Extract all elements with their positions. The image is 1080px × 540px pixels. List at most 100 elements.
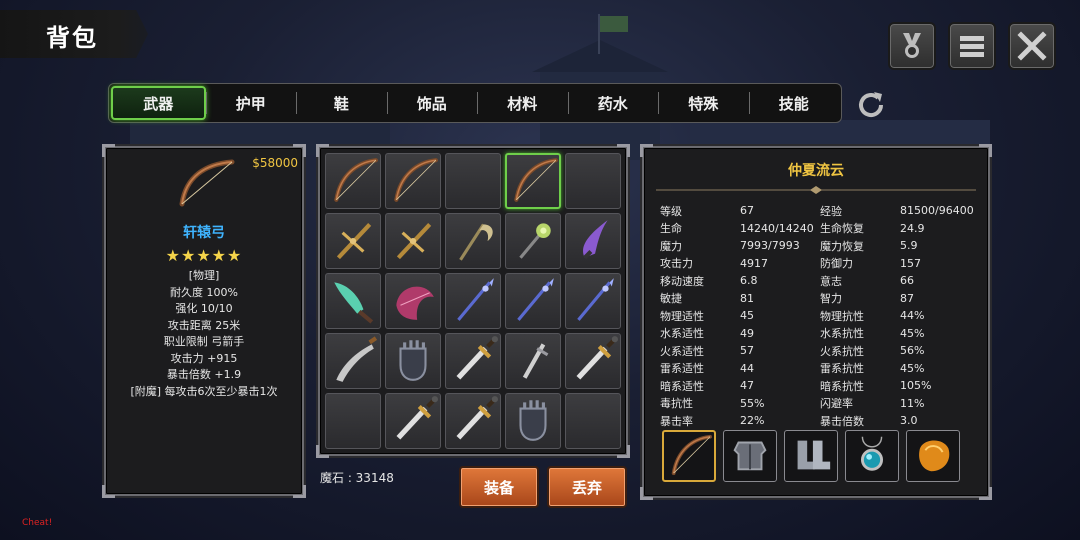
inventory-slot[interactable] xyxy=(385,153,441,209)
sword-icon xyxy=(448,394,498,448)
inventory-slot[interactable] xyxy=(325,393,381,449)
bow-icon xyxy=(508,154,558,208)
refresh-button[interactable] xyxy=(854,88,888,122)
item-stat-line: 耐久度 100% xyxy=(170,285,238,299)
stat-label: 攻击力 xyxy=(660,257,693,271)
inventory-slot[interactable] xyxy=(445,333,501,389)
character-panel: 仲夏流云 等级 67 经验 81500/96400 生命 14240/14240 生命恢复 2… xyxy=(640,144,992,500)
achievements-button[interactable] xyxy=(888,22,936,70)
stat-label: 毒抗性 xyxy=(660,397,693,411)
inventory-slot[interactable] xyxy=(565,393,621,449)
item-price: $58000 xyxy=(252,156,298,170)
stat-value: 67 xyxy=(740,204,754,218)
inventory-panel xyxy=(316,144,630,458)
tab-accessories[interactable]: 饰品 xyxy=(386,86,478,120)
inventory-slot[interactable] xyxy=(325,333,381,389)
scimitar-icon xyxy=(328,334,378,388)
inventory-slot[interactable] xyxy=(565,213,621,269)
inventory-slot[interactable] xyxy=(385,333,441,389)
inventory-slot[interactable] xyxy=(505,333,561,389)
stat-value: 45% xyxy=(900,326,925,340)
stat-row: 火系适性 57 火系抗性 56% xyxy=(660,342,980,360)
equipment-slot[interactable] xyxy=(845,430,899,482)
amulet-icon xyxy=(849,431,895,481)
stat-value: 3.0 xyxy=(900,414,918,428)
stat-label: 火系适性 xyxy=(660,344,704,358)
equipment-slot[interactable] xyxy=(784,430,838,482)
bow-icon xyxy=(388,154,438,208)
blade-icon xyxy=(568,214,618,268)
stat-value: 44% xyxy=(900,309,925,323)
inventory-slot[interactable] xyxy=(565,153,621,209)
stat-row: 生命 14240/14240 生命恢复 24.9 xyxy=(660,220,980,238)
stat-value: 14240/14240 xyxy=(740,221,814,235)
bow-icon xyxy=(328,154,378,208)
tab-materials[interactable]: 材料 xyxy=(477,86,568,120)
stat-value: 7993/7993 xyxy=(740,239,800,253)
inventory-slot[interactable] xyxy=(325,273,381,329)
stat-value: 11% xyxy=(900,396,925,410)
equipment-slot[interactable] xyxy=(662,430,716,482)
equipped-items xyxy=(662,430,960,482)
tab-special[interactable]: 特殊 xyxy=(658,86,749,120)
sword-icon xyxy=(568,334,618,388)
stat-row: 毒抗性 55% 闪避率 11% xyxy=(660,395,980,413)
inventory-slot[interactable] xyxy=(505,273,561,329)
tab-skills[interactable]: 技能 xyxy=(748,86,840,120)
sword-icon xyxy=(388,394,438,448)
discard-button[interactable]: 丢弃 xyxy=(547,466,627,508)
equip-button[interactable]: 装备 xyxy=(459,466,539,508)
ornament-divider xyxy=(656,186,976,194)
equipment-slot[interactable] xyxy=(723,430,777,482)
stat-label: 物理抗性 xyxy=(820,309,864,323)
item-detail-panel: $58000 轩辕弓 ★★★★★ [物理] 耐久度 100% 强化 10/10 … xyxy=(102,144,306,498)
stat-row: 攻击力 4917 防御力 157 xyxy=(660,255,980,273)
stat-value: 45% xyxy=(900,361,925,375)
inventory-slot[interactable] xyxy=(565,273,621,329)
inventory-slot[interactable] xyxy=(445,153,501,209)
tab-weapons[interactable]: 武器 xyxy=(111,86,206,120)
stat-value: 105% xyxy=(900,379,932,393)
stat-value: 49 xyxy=(740,326,754,340)
inventory-slot[interactable] xyxy=(385,393,441,449)
tab-shoes[interactable]: 鞋 xyxy=(296,86,387,120)
item-stat-line: 强化 10/10 xyxy=(175,302,233,315)
menu-button[interactable] xyxy=(948,22,996,70)
inventory-slot[interactable] xyxy=(445,273,501,329)
character-stats-table: 等级 67 经验 81500/96400 生命 14240/14240 生命恢复 24.9 魔力… xyxy=(660,202,980,430)
inventory-slot[interactable] xyxy=(445,213,501,269)
stat-value: 55% xyxy=(740,396,765,410)
inventory-slot[interactable] xyxy=(385,213,441,269)
stat-row: 雷系适性 44 雷系抗性 45% xyxy=(660,360,980,378)
inventory-slot[interactable] xyxy=(505,153,561,209)
inventory-slot[interactable] xyxy=(565,333,621,389)
stat-label: 意志 xyxy=(820,274,842,288)
spear-icon xyxy=(448,274,498,328)
debug-label: Cheat! xyxy=(22,518,53,528)
inventory-slot[interactable] xyxy=(325,153,381,209)
stat-label: 经验 xyxy=(820,204,842,218)
stat-label: 火系抗性 xyxy=(820,344,864,358)
stat-label: 暗系适性 xyxy=(660,379,704,393)
menu-icon xyxy=(957,31,987,61)
scythe-icon xyxy=(448,214,498,268)
stat-label: 智力 xyxy=(820,292,842,306)
spear-icon xyxy=(568,274,618,328)
item-rarity-stars: ★★★★★ xyxy=(165,246,243,265)
stat-label: 雷系抗性 xyxy=(820,362,864,376)
stat-label: 水系抗性 xyxy=(820,327,864,341)
tab-armor[interactable]: 护甲 xyxy=(205,86,297,120)
inventory-slot[interactable] xyxy=(505,213,561,269)
tab-potions[interactable]: 药水 xyxy=(567,86,659,120)
stat-label: 等级 xyxy=(660,204,682,218)
close-icon xyxy=(1017,31,1047,61)
inventory-slot[interactable] xyxy=(445,393,501,449)
close-button[interactable] xyxy=(1008,22,1056,70)
medal-icon xyxy=(897,31,927,61)
inventory-slot[interactable] xyxy=(385,273,441,329)
equipment-slot[interactable] xyxy=(906,430,960,482)
stat-row: 暴击率 22% 暴击倍数 3.0 xyxy=(660,412,980,430)
inventory-slot[interactable] xyxy=(505,393,561,449)
spear-icon xyxy=(508,274,558,328)
inventory-slot[interactable] xyxy=(325,213,381,269)
